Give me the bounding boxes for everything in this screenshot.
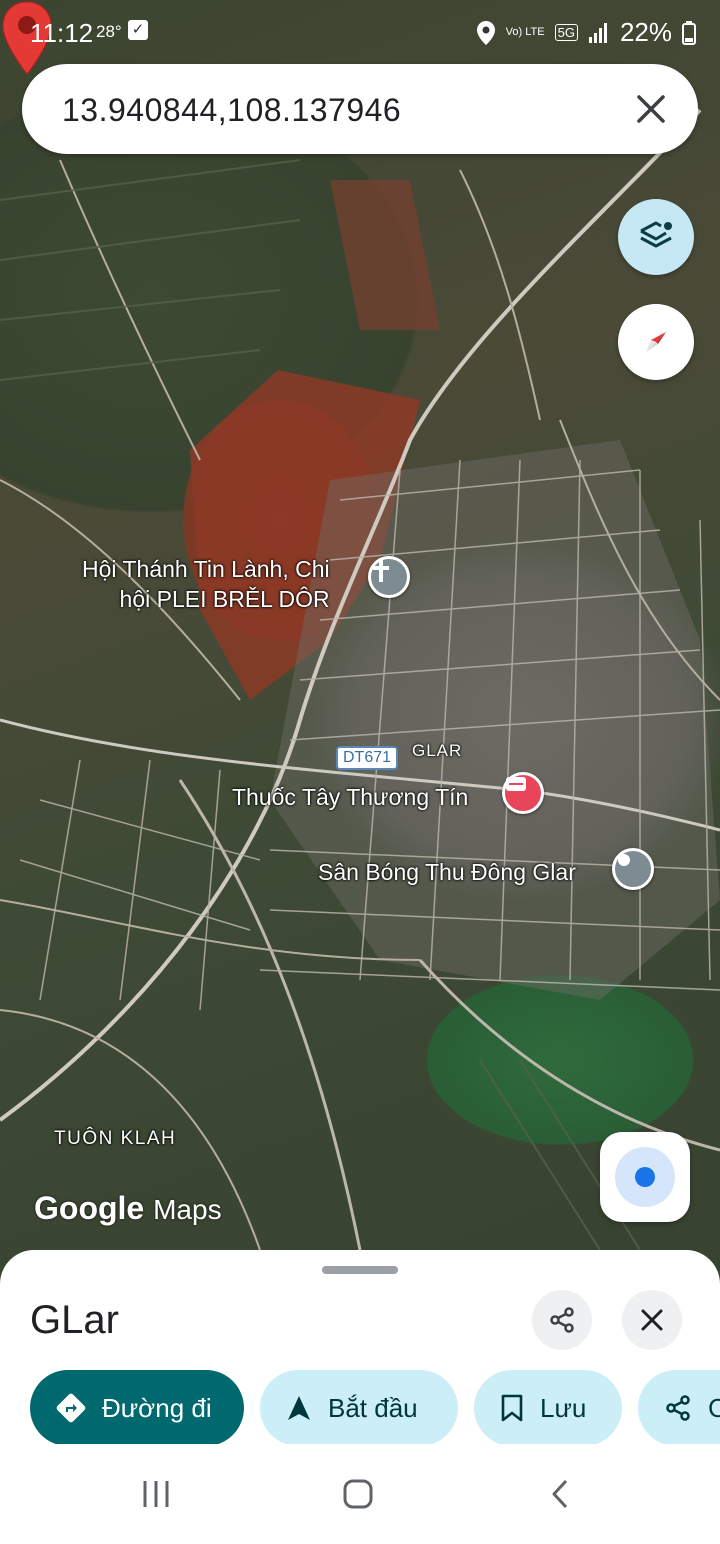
layers-button[interactable] — [618, 199, 694, 275]
save-label: Lưu — [540, 1392, 587, 1423]
close-icon — [641, 1309, 663, 1331]
status-time: 11:12 — [30, 18, 94, 48]
status-temperature: 28° — [96, 22, 122, 41]
start-navigation-button[interactable]: Bắt đầu — [260, 1370, 458, 1446]
compass-button[interactable] — [618, 304, 694, 380]
clear-search-icon[interactable] — [632, 90, 670, 128]
battery-icon — [682, 20, 696, 45]
stadium-poi-icon[interactable] — [612, 848, 654, 890]
checkbox-notification-icon: ✓ — [128, 20, 148, 40]
signal-icon — [588, 22, 607, 43]
village-label-glar: GLAR — [412, 741, 463, 760]
share-icon — [550, 1307, 574, 1333]
place-title: GLar — [30, 1298, 119, 1342]
compass-icon — [646, 332, 666, 352]
bookmark-icon — [501, 1394, 523, 1422]
search-bar[interactable]: 13.940844,108.137946 — [22, 64, 698, 154]
layers-icon — [640, 221, 672, 248]
volte-icon: Vo) LTE — [505, 26, 545, 38]
back-icon — [552, 1479, 568, 1509]
home-button[interactable] — [338, 1474, 378, 1514]
search-query-text[interactable]: 13.940844,108.137946 — [62, 92, 401, 129]
system-navigation-bar — [0, 1444, 720, 1544]
map-roads — [0, 108, 720, 1251]
status-bar: 11:12 28° ✓ Vo) LTE 5G 22% — [0, 0, 720, 62]
church-label[interactable]: Hội Thánh Tin Lành, Chi hội PLEI BRĚL DÔ… — [82, 554, 330, 614]
share-place-button[interactable] — [532, 1290, 592, 1350]
network-5g-icon: 5G — [554, 24, 578, 41]
road-shield-badge: DT671 — [336, 746, 399, 770]
battery-percent: 22% — [619, 17, 672, 47]
google-maps-logo: Google Maps — [34, 1190, 222, 1226]
home-icon — [343, 1479, 373, 1509]
share-chip-label: C — [708, 1392, 720, 1423]
share-chip-icon — [666, 1395, 690, 1421]
save-button[interactable]: Lưu — [474, 1370, 622, 1446]
location-status-icon — [476, 20, 495, 45]
back-button[interactable] — [540, 1474, 580, 1514]
pharmacy-poi-icon[interactable] — [502, 772, 544, 814]
pharmacy-label[interactable]: Thuốc Tây Thương Tín — [232, 784, 468, 811]
recent-apps-icon — [143, 1481, 169, 1507]
satellite-map[interactable]: Hội Thánh Tin Lành, Chi hội PLEI BRĚL DÔ… — [0, 0, 720, 1290]
maps-screen: Hội Thánh Tin Lành, Chi hội PLEI BRĚL DÔ… — [0, 0, 720, 1544]
directions-button[interactable]: Đường đi — [30, 1370, 244, 1446]
close-sheet-button[interactable] — [622, 1290, 682, 1350]
directions-label: Đường đi — [102, 1392, 212, 1423]
directions-icon — [56, 1393, 86, 1423]
action-chip-row: Đường đi Bắt đầu Lưu C — [30, 1370, 720, 1446]
church-poi-icon[interactable] — [368, 556, 410, 598]
recent-apps-button[interactable] — [136, 1474, 176, 1514]
start-label: Bắt đầu — [328, 1392, 418, 1423]
my-location-icon — [615, 1147, 675, 1207]
sheet-drag-handle[interactable] — [322, 1266, 398, 1274]
navigation-arrow-icon — [288, 1396, 310, 1420]
stadium-label[interactable]: Sân Bóng Thu Đông Glar — [318, 859, 576, 886]
village-label-tuon-klah: TUÔN KLAH — [54, 1128, 177, 1149]
my-location-button[interactable] — [600, 1132, 690, 1222]
share-chip-button[interactable]: C — [638, 1370, 720, 1446]
